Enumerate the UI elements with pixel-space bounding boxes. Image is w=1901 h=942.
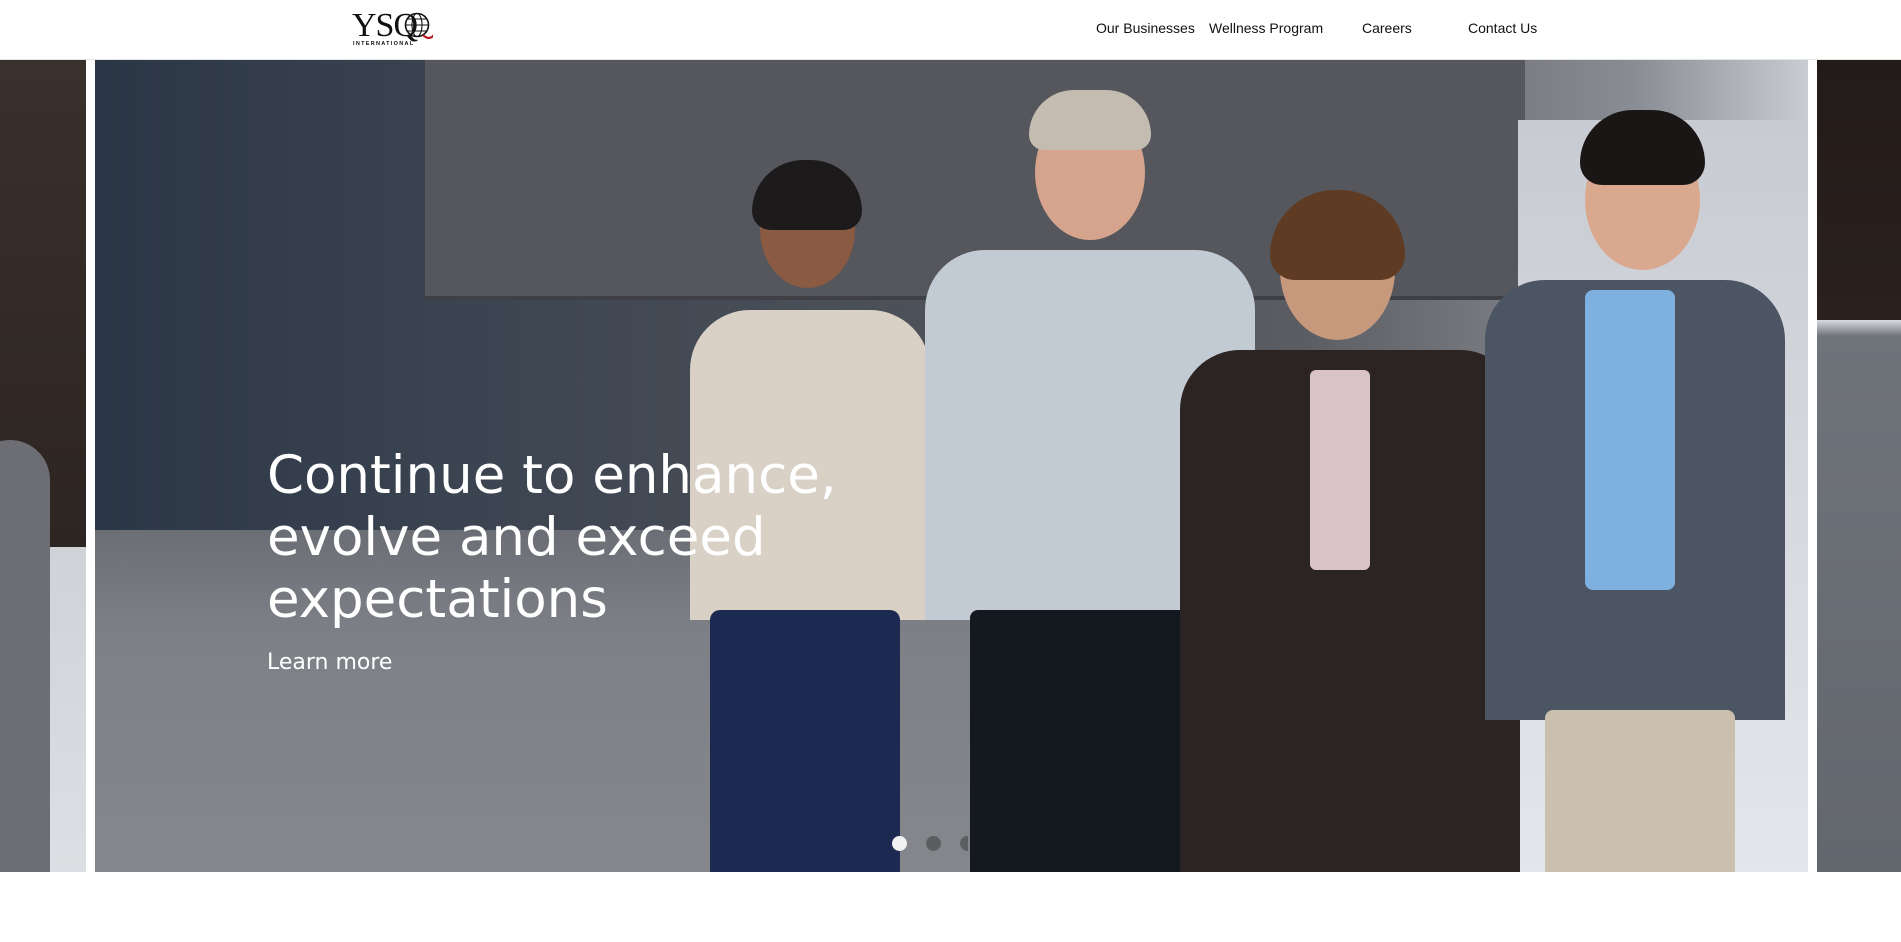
ysq-logo[interactable]: YSQ INTERNATIONAL	[352, 9, 442, 49]
person-figure	[1485, 110, 1785, 872]
hero-headline: Continue to enhance, evolve and exceed e…	[267, 445, 837, 630]
nav-careers[interactable]: Careers	[1362, 20, 1412, 36]
nav-contact-us[interactable]: Contact Us	[1468, 20, 1537, 36]
learn-more-link[interactable]: Learn more	[267, 650, 392, 675]
carousel-dot-2[interactable]	[926, 836, 941, 851]
nav-our-businesses[interactable]: Our Businesses	[1096, 20, 1195, 36]
previous-slide-peek[interactable]	[0, 60, 86, 872]
site-header: YSQ INTERNATIONAL Our Businesses Wellnes…	[0, 0, 1901, 60]
nav-wellness-program[interactable]: Wellness Program	[1209, 20, 1323, 36]
globe-icon	[404, 12, 433, 40]
carousel-dot-1[interactable]	[892, 836, 907, 851]
next-slide-peek[interactable]	[1817, 60, 1901, 872]
hero-carousel[interactable]: Continue to enhance, evolve and exceed e…	[0, 60, 1901, 872]
logo-subtext: INTERNATIONAL	[353, 41, 415, 47]
previous-slide-figure	[0, 440, 50, 872]
person-figure	[1180, 190, 1520, 872]
carousel-dot-3[interactable]	[960, 836, 968, 851]
